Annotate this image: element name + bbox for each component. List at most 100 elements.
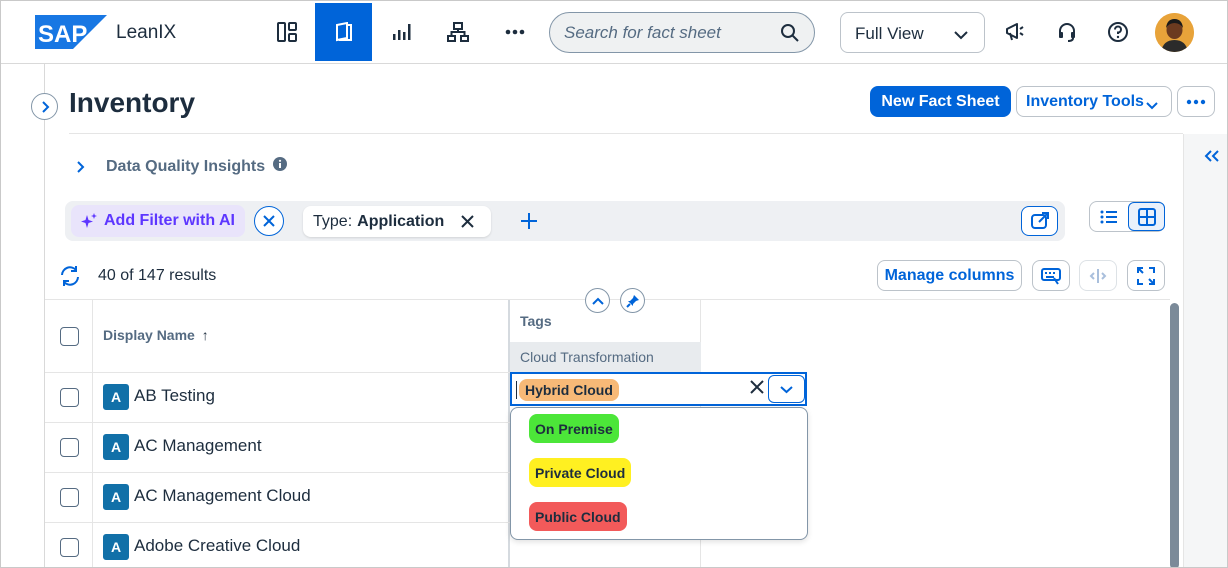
search-input[interactable] (564, 22, 774, 44)
more-icon (1186, 99, 1206, 104)
chevron-up-icon (591, 297, 604, 305)
row-display-name[interactable]: Adobe Creative Cloud (134, 536, 300, 556)
chevron-down-icon (1146, 97, 1158, 115)
expand-sidebar-button[interactable] (31, 93, 58, 120)
bar-chart-icon (392, 24, 410, 40)
keyboard-icon (1041, 267, 1061, 285)
tags-dropdown: On Premise Private Cloud Public Cloud (510, 407, 808, 540)
close-icon (263, 215, 275, 227)
sort-ascending-icon: ↑ (201, 327, 209, 343)
tags-multi-select[interactable]: Hybrid Cloud (510, 372, 807, 406)
grid-icon (1137, 207, 1156, 226)
list-icon (1100, 210, 1117, 223)
shell-bar: SAP LeanIX Search for fact sheet Full Vi… (1, 1, 1227, 64)
search-field[interactable] (549, 12, 815, 53)
row-checkbox[interactable] (60, 488, 79, 507)
selected-tag-pill[interactable]: Hybrid Cloud (519, 379, 619, 401)
user-avatar[interactable] (1155, 13, 1194, 52)
display-name-header[interactable]: Display Name ↑ (103, 327, 209, 343)
search-icon[interactable] (780, 23, 800, 48)
clear-tags-icon[interactable] (750, 380, 764, 399)
vertical-scrollbar[interactable] (1170, 303, 1179, 567)
type-filter-chip[interactable]: Type: Application (303, 206, 491, 237)
chevron-right-icon (41, 100, 49, 113)
select-all-checkbox[interactable] (60, 327, 79, 346)
dashboard-icon (276, 22, 297, 42)
inventory-tools-label: Inventory Tools (1026, 92, 1144, 110)
tag-option-on-premise[interactable]: On Premise (529, 414, 619, 443)
filter-chip-key: Type: (313, 212, 353, 230)
chevron-right-icon (77, 160, 85, 173)
tags-header[interactable]: Tags (520, 313, 552, 329)
fullscreen-button[interactable] (1127, 260, 1165, 291)
view-mode-toggle (1089, 201, 1165, 232)
tags-group-label: Cloud Transformation (520, 349, 654, 365)
view-select-value: Full View (855, 24, 924, 43)
nav-diagrams-button[interactable] (429, 3, 486, 61)
app-name: LeanIX (116, 22, 177, 43)
text-cursor (516, 381, 517, 399)
help-icon[interactable] (1107, 21, 1129, 48)
sparkle-icon (80, 212, 98, 230)
add-filter-ai-label: Add Filter with AI (104, 212, 235, 229)
open-options-button[interactable] (768, 375, 805, 403)
collapse-column-button[interactable] (585, 288, 610, 313)
right-side-panel (1184, 134, 1227, 567)
results-count: 40 of 147 results (98, 267, 217, 284)
share-button[interactable] (1021, 206, 1058, 236)
split-icon (1089, 268, 1107, 283)
type-badge: A (103, 534, 129, 560)
book-icon (335, 22, 352, 42)
hierarchy-icon (446, 22, 469, 42)
tag-option-public-cloud[interactable]: Public Cloud (529, 502, 627, 531)
chevron-down-icon (780, 385, 793, 393)
manage-columns-button[interactable]: Manage columns (877, 260, 1022, 291)
remove-filter-icon[interactable] (461, 215, 474, 233)
svg-text:SAP: SAP (38, 21, 87, 48)
fullscreen-icon (1137, 266, 1155, 285)
more-actions-button[interactable] (1177, 86, 1215, 117)
info-icon[interactable] (273, 157, 288, 176)
new-fact-sheet-button[interactable]: New Fact Sheet (870, 86, 1011, 117)
inventory-tools-button[interactable]: Inventory Tools (1016, 86, 1172, 117)
filter-bar: Add Filter with AI Type: Application (65, 201, 1065, 241)
column-separator (92, 300, 93, 567)
row-display-name[interactable]: AC Management (134, 436, 262, 456)
row-display-name[interactable]: AC Management Cloud (134, 486, 311, 506)
headset-icon[interactable] (1056, 21, 1078, 48)
nav-inventory-button[interactable] (315, 3, 372, 61)
page-title: Inventory (69, 87, 196, 118)
nav-reports-button[interactable] (372, 3, 429, 61)
header-divider (69, 133, 1183, 134)
tag-option-private-cloud[interactable]: Private Cloud (529, 458, 632, 487)
app-window: SAP LeanIX Search for fact sheet Full Vi… (0, 0, 1228, 568)
clear-filters-button[interactable] (254, 206, 284, 236)
row-display-name[interactable]: AB Testing (134, 386, 215, 406)
grid-view-button[interactable] (1128, 202, 1165, 231)
type-badge: A (103, 484, 129, 510)
refresh-icon[interactable] (59, 265, 81, 292)
sap-logo[interactable]: SAP (35, 15, 107, 49)
filter-chip-value: Application (357, 212, 445, 230)
list-view-button[interactable] (1090, 202, 1127, 231)
nav-more-button[interactable] (486, 3, 543, 61)
row-checkbox[interactable] (60, 538, 79, 557)
add-filter-ai-button[interactable]: Add Filter with AI (71, 205, 245, 237)
chevron-down-icon (954, 27, 968, 45)
data-quality-insights-toggle[interactable]: Data Quality Insights (75, 157, 288, 176)
split-view-button[interactable] (1079, 260, 1117, 291)
data-quality-label: Data Quality Insights (106, 157, 266, 175)
keyboard-shortcuts-button[interactable] (1032, 260, 1070, 291)
add-filter-icon[interactable] (519, 211, 539, 236)
share-icon (1030, 212, 1049, 229)
tags-subheader: Cloud Transformation (510, 342, 701, 372)
row-checkbox[interactable] (60, 438, 79, 457)
display-name-header-label: Display Name (103, 327, 195, 343)
nav-dashboard-button[interactable] (258, 3, 315, 61)
pin-column-button[interactable] (620, 288, 645, 313)
double-chevron-left-icon[interactable] (1204, 149, 1220, 168)
pin-icon (625, 294, 639, 308)
megaphone-icon[interactable] (1004, 21, 1026, 48)
view-select[interactable]: Full View (840, 12, 985, 53)
row-checkbox[interactable] (60, 388, 79, 407)
